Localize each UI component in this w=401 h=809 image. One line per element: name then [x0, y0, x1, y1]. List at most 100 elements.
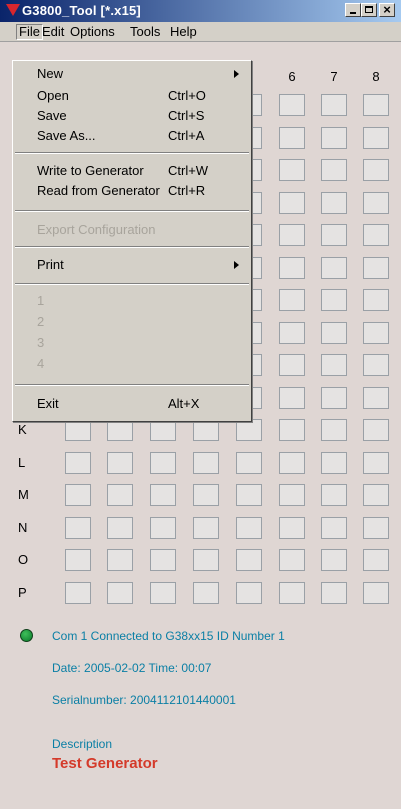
grid-cell[interactable]	[321, 224, 347, 246]
grid-cell[interactable]	[236, 484, 262, 506]
grid-cell[interactable]	[279, 224, 305, 246]
grid-cell[interactable]	[321, 549, 347, 571]
grid-cell[interactable]	[363, 127, 389, 149]
grid-cell[interactable]	[321, 452, 347, 474]
grid-cell[interactable]	[107, 582, 133, 604]
grid-cell[interactable]	[279, 452, 305, 474]
grid-cell[interactable]	[321, 192, 347, 214]
menu-edit[interactable]: Edit	[40, 24, 66, 40]
grid-cell[interactable]	[363, 289, 389, 311]
grid-cell[interactable]	[363, 192, 389, 214]
grid-cell[interactable]	[107, 419, 133, 441]
grid-cell[interactable]	[65, 484, 91, 506]
grid-cell[interactable]	[65, 419, 91, 441]
grid-cell[interactable]	[321, 159, 347, 181]
grid-cell[interactable]	[236, 582, 262, 604]
grid-cell[interactable]	[193, 484, 219, 506]
menu-item-exit[interactable]: Exit Alt+X	[13, 394, 251, 414]
grid-cell[interactable]	[193, 582, 219, 604]
grid-cell[interactable]	[150, 419, 176, 441]
maximize-button[interactable]	[361, 3, 377, 17]
grid-cell[interactable]	[65, 517, 91, 539]
grid-cell[interactable]	[193, 549, 219, 571]
grid-cell[interactable]	[321, 582, 347, 604]
grid-cell[interactable]	[279, 192, 305, 214]
grid-cell[interactable]	[236, 517, 262, 539]
minimize-button[interactable]	[345, 3, 361, 17]
grid-cell[interactable]	[279, 322, 305, 344]
grid-cell[interactable]	[363, 484, 389, 506]
grid-cell[interactable]	[363, 517, 389, 539]
grid-cell[interactable]	[279, 159, 305, 181]
grid-cell[interactable]	[236, 452, 262, 474]
grid-cell[interactable]	[193, 419, 219, 441]
grid-cell[interactable]	[321, 387, 347, 409]
menu-item-open[interactable]: Open Ctrl+O	[13, 86, 251, 106]
grid-cell[interactable]	[279, 257, 305, 279]
grid-cell[interactable]	[363, 387, 389, 409]
grid-cell[interactable]	[65, 549, 91, 571]
grid-cell[interactable]	[107, 517, 133, 539]
app-logo-icon	[6, 4, 20, 16]
grid-cell[interactable]	[363, 224, 389, 246]
grid-cell[interactable]	[321, 517, 347, 539]
grid-cell[interactable]	[236, 419, 262, 441]
menu-item-save[interactable]: Save Ctrl+S	[13, 106, 251, 126]
menu-item-print[interactable]: Print	[13, 255, 251, 275]
menu-tools[interactable]: Tools	[128, 24, 162, 40]
menu-item-label: Save As...	[37, 128, 96, 143]
grid-cell[interactable]	[321, 484, 347, 506]
grid-cell[interactable]	[279, 549, 305, 571]
grid-cell[interactable]	[107, 452, 133, 474]
grid-cell[interactable]	[321, 257, 347, 279]
grid-cell[interactable]	[363, 322, 389, 344]
menu-item-write-to-generator[interactable]: Write to Generator Ctrl+W	[13, 161, 251, 181]
grid-cell[interactable]	[65, 452, 91, 474]
grid-cell[interactable]	[279, 582, 305, 604]
grid-cell[interactable]	[150, 484, 176, 506]
grid-cell[interactable]	[363, 354, 389, 376]
grid-cell[interactable]	[150, 582, 176, 604]
grid-cell[interactable]	[321, 354, 347, 376]
grid-cell[interactable]	[150, 452, 176, 474]
close-button[interactable]: ×	[379, 2, 395, 17]
grid-cell[interactable]	[107, 484, 133, 506]
menu-item-save-as[interactable]: Save As... Ctrl+A	[13, 126, 251, 146]
grid-cell[interactable]	[65, 582, 91, 604]
grid-cell[interactable]	[279, 289, 305, 311]
row-label: M	[18, 487, 29, 502]
menu-options[interactable]: Options	[68, 24, 117, 40]
grid-cell[interactable]	[321, 289, 347, 311]
grid-cell[interactable]	[363, 94, 389, 116]
grid-cell[interactable]	[321, 419, 347, 441]
grid-cell[interactable]	[279, 517, 305, 539]
title-bar[interactable]: G3800_Tool [*.x15] ×	[0, 0, 401, 22]
grid-cell[interactable]	[193, 517, 219, 539]
grid-cell[interactable]	[107, 549, 133, 571]
menu-help[interactable]: Help	[168, 24, 199, 40]
grid-cell[interactable]	[321, 322, 347, 344]
grid-cell[interactable]	[279, 387, 305, 409]
grid-cell[interactable]	[363, 549, 389, 571]
grid-cell[interactable]	[363, 159, 389, 181]
grid-cell[interactable]	[321, 127, 347, 149]
grid-cell[interactable]	[279, 419, 305, 441]
menu-file[interactable]: File	[16, 24, 43, 40]
grid-cell[interactable]	[150, 517, 176, 539]
menu-item-label: Export Configuration	[37, 222, 156, 237]
grid-cell[interactable]	[279, 94, 305, 116]
grid-cell[interactable]	[279, 127, 305, 149]
grid-cell[interactable]	[363, 452, 389, 474]
grid-cell[interactable]	[279, 484, 305, 506]
grid-cell[interactable]	[363, 257, 389, 279]
menu-item-new[interactable]: New	[13, 64, 251, 84]
grid-cell[interactable]	[279, 354, 305, 376]
grid-cell[interactable]	[236, 549, 262, 571]
menu-item-read-from-generator[interactable]: Read from Generator Ctrl+R	[13, 181, 251, 201]
grid-cell[interactable]	[363, 582, 389, 604]
grid-cell[interactable]	[193, 452, 219, 474]
grid-cell[interactable]	[321, 94, 347, 116]
grid-cell[interactable]	[150, 549, 176, 571]
menu-item-shortcut: Ctrl+S	[168, 108, 205, 123]
grid-cell[interactable]	[363, 419, 389, 441]
